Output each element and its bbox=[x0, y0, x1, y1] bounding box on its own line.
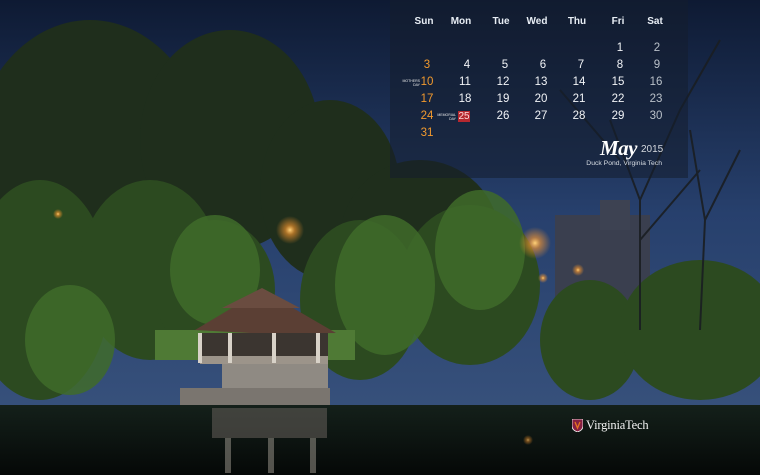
weekday-thu: Thu bbox=[567, 16, 587, 27]
calendar-day: 18 bbox=[458, 93, 472, 105]
calendar-day: 1 bbox=[616, 42, 624, 54]
calendar-day: 20 bbox=[534, 93, 548, 105]
calendar-day: 16 bbox=[649, 76, 663, 88]
calendar-day: 19 bbox=[496, 93, 510, 105]
weekday-sat: Sat bbox=[647, 16, 663, 27]
calendar-day: 8 bbox=[616, 59, 624, 71]
weekday-wed: Wed bbox=[526, 16, 548, 27]
calendar-day: 27 bbox=[534, 110, 548, 122]
weekday-mon: Mon bbox=[450, 16, 472, 27]
calendar-day: 14 bbox=[572, 76, 586, 88]
calendar-day: 22 bbox=[611, 93, 625, 105]
calendar-day: 29 bbox=[611, 110, 625, 122]
calendar-day: 30 bbox=[649, 110, 663, 122]
calendar-day: 7 bbox=[577, 59, 585, 71]
calendar-day: 26 bbox=[496, 110, 510, 122]
calendar-day: 21 bbox=[572, 93, 586, 105]
calendar-day: 12 bbox=[496, 76, 510, 88]
brand-logo: VirginiaTech bbox=[572, 418, 649, 433]
year-label: 2015 bbox=[641, 144, 664, 155]
calendar-day: 15 bbox=[611, 76, 625, 88]
highlighted-day-badge: 25 bbox=[458, 111, 470, 122]
photo-caption: Duck Pond, Virginia Tech bbox=[586, 160, 662, 167]
calendar-day: 6 bbox=[539, 59, 547, 71]
calendar-day: 17 bbox=[420, 93, 434, 105]
calendar-day: 13 bbox=[534, 76, 548, 88]
month-name: May bbox=[600, 136, 638, 160]
weekday-sun: Sun bbox=[414, 16, 434, 27]
brand-wordmark: VirginiaTech bbox=[586, 418, 649, 432]
weekday-tue: Tue bbox=[492, 16, 510, 27]
calendar-day: 28 bbox=[572, 110, 586, 122]
calendar-day: 31 bbox=[420, 127, 434, 139]
holiday-label-mothers-day: MOTHERS DAY bbox=[402, 79, 421, 87]
holiday-label-memorial-day: MEMORIAL DAY bbox=[437, 113, 456, 121]
calendar-day: 5 bbox=[501, 59, 509, 71]
calendar-day: 23 bbox=[649, 93, 663, 105]
virginia-tech-shield-icon bbox=[572, 419, 583, 432]
calendar-day: 11 bbox=[459, 76, 471, 88]
calendar-day: 3 bbox=[423, 59, 431, 71]
calendar-day: 4 bbox=[463, 59, 471, 71]
weekday-fri: Fri bbox=[611, 16, 625, 27]
calendar-day: 2 bbox=[653, 42, 661, 54]
calendar-day: 9 bbox=[653, 59, 661, 71]
